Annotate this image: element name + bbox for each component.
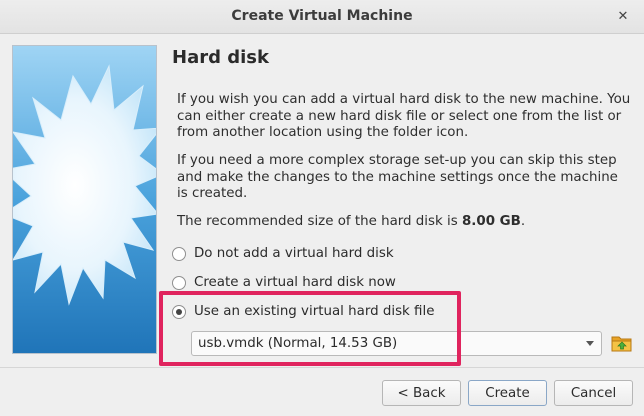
folder-icon[interactable] bbox=[610, 331, 634, 355]
radio-button-checked[interactable] bbox=[172, 304, 186, 319]
radio-no-disk-label: Do not add a virtual hard disk bbox=[194, 246, 394, 261]
existing-disk-select[interactable]: usb.vmdk (Normal, 14.53 GB) bbox=[191, 331, 602, 356]
create-button[interactable]: Create bbox=[468, 380, 547, 406]
recommended-size-text: The recommended size of the hard disk is… bbox=[177, 214, 632, 231]
page-title: Hard disk bbox=[172, 47, 269, 68]
divider bbox=[0, 367, 644, 368]
radio-no-disk[interactable]: Do not add a virtual hard disk bbox=[172, 246, 394, 261]
wizard-side-image bbox=[12, 45, 157, 354]
recommended-size-value: 8.00 GB bbox=[461, 214, 521, 229]
radio-create-disk-label: Create a virtual hard disk now bbox=[194, 275, 396, 290]
recommended-size-prefix: The recommended size of the hard disk is bbox=[177, 214, 462, 229]
description-paragraph-1: If you wish you can add a virtual hard d… bbox=[177, 92, 631, 140]
window-title: Create Virtual Machine bbox=[231, 8, 413, 24]
existing-disk-select-value: usb.vmdk (Normal, 14.53 GB) bbox=[198, 336, 398, 351]
radio-existing-disk-label: Use an existing virtual hard disk file bbox=[194, 304, 435, 319]
chevron-down-icon bbox=[586, 341, 594, 346]
description-paragraph-2: If you need a more complex storage set-u… bbox=[177, 153, 618, 201]
title-bar: Create Virtual Machine ✕ bbox=[0, 0, 644, 34]
radio-button[interactable] bbox=[172, 246, 186, 261]
back-button[interactable]: < Back bbox=[382, 380, 461, 406]
radio-create-disk[interactable]: Create a virtual hard disk now bbox=[172, 275, 396, 290]
radio-existing-disk[interactable]: Use an existing virtual hard disk file bbox=[172, 304, 434, 319]
recommended-size-suffix: . bbox=[520, 214, 526, 229]
starburst-illustration bbox=[13, 46, 156, 353]
close-icon[interactable]: ✕ bbox=[614, 7, 632, 25]
cancel-button[interactable]: Cancel bbox=[554, 380, 633, 406]
radio-button[interactable] bbox=[172, 275, 186, 290]
